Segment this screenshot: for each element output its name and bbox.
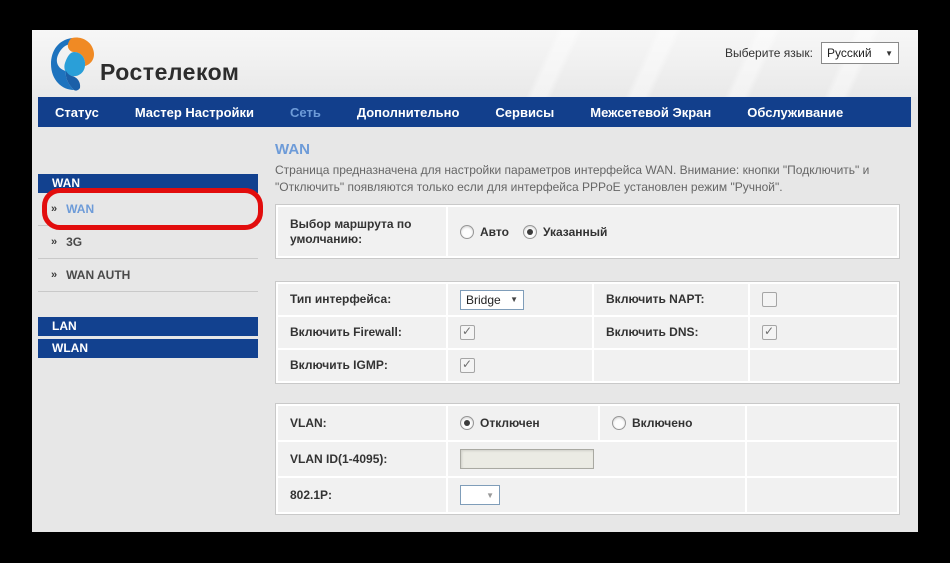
radio-option-specified[interactable]: Указанный bbox=[523, 225, 607, 239]
vlan-enabled-cell: Включено bbox=[600, 406, 745, 440]
radio-vlan-off[interactable] bbox=[460, 416, 474, 430]
sidebar-section-wan[interactable]: WAN bbox=[38, 174, 258, 193]
nav-item-firewall[interactable]: Межсетевой Экран bbox=[590, 105, 711, 120]
8021p-select[interactable]: ▼ bbox=[460, 485, 500, 505]
radio-specified-label: Указанный bbox=[543, 225, 607, 239]
top-header: Ростелеком Выберите язык: Русский ▼ bbox=[32, 30, 918, 97]
radio-auto[interactable] bbox=[460, 225, 474, 239]
chevron-right-icon: » bbox=[51, 236, 57, 248]
sidebar-item-wan[interactable]: » WAN bbox=[38, 193, 258, 226]
page-description: Страница предназначена для настройки пар… bbox=[275, 162, 900, 196]
router-admin-page: Ростелеком Выберите язык: Русский ▼ Стат… bbox=[32, 30, 918, 532]
sidebar-item-label: WAN AUTH bbox=[66, 268, 130, 282]
radio-option-auto[interactable]: Авто bbox=[460, 225, 509, 239]
vlan-label: VLAN: bbox=[278, 406, 446, 440]
language-area: Выберите язык: Русский ▼ bbox=[725, 42, 899, 64]
igmp-checkbox[interactable] bbox=[460, 358, 475, 373]
nav-item-status[interactable]: Статус bbox=[55, 105, 99, 120]
sidebar-section-wlan[interactable]: WLAN bbox=[38, 339, 258, 358]
sidebar-section-lan[interactable]: LAN bbox=[38, 317, 258, 336]
logo-text: Ростелеком bbox=[100, 59, 239, 92]
vlan-id-input[interactable] bbox=[460, 449, 594, 469]
empty-cell bbox=[594, 350, 748, 381]
empty-cell bbox=[750, 350, 897, 381]
napt-cell bbox=[750, 284, 897, 315]
empty-cell bbox=[747, 442, 897, 476]
dns-label: Включить DNS: bbox=[594, 317, 748, 348]
igmp-label: Включить IGMP: bbox=[278, 350, 446, 381]
chevron-down-icon: ▼ bbox=[486, 491, 494, 500]
firewall-label: Включить Firewall: bbox=[278, 317, 446, 348]
main-content: WAN Страница предназначена для настройки… bbox=[275, 141, 900, 515]
language-select[interactable]: Русский ▼ bbox=[821, 42, 899, 64]
rostelecom-logo: Ростелеком bbox=[48, 36, 239, 92]
sidebar-spacer bbox=[38, 127, 258, 174]
nav-item-maintenance[interactable]: Обслуживание bbox=[747, 105, 843, 120]
sidebar-spacer bbox=[38, 292, 258, 317]
main-nav: Статус Мастер Настройки Сеть Дополнитель… bbox=[38, 97, 911, 127]
nav-item-services[interactable]: Сервисы bbox=[495, 105, 554, 120]
page-title: WAN bbox=[275, 141, 900, 158]
sidebar-item-label: 3G bbox=[66, 235, 82, 249]
napt-checkbox[interactable] bbox=[762, 292, 777, 307]
vlan-id-label: VLAN ID(1-4095): bbox=[278, 442, 446, 476]
language-selected-value: Русский bbox=[827, 46, 872, 60]
igmp-cell bbox=[448, 350, 592, 381]
language-label: Выберите язык: bbox=[725, 46, 813, 60]
nav-item-wizard[interactable]: Мастер Настройки bbox=[135, 105, 254, 120]
rostelecom-swirl-icon bbox=[48, 36, 98, 92]
interface-type-value: Bridge bbox=[466, 293, 501, 307]
radio-vlan-on-label: Включено bbox=[632, 416, 692, 430]
sidebar: WAN » WAN » 3G » WAN AUTH LAN WLAN bbox=[38, 127, 258, 358]
empty-cell bbox=[747, 406, 897, 440]
firewall-checkbox[interactable] bbox=[460, 325, 475, 340]
vlan-id-cell bbox=[448, 442, 745, 476]
chevron-right-icon: » bbox=[51, 269, 57, 281]
radio-specified[interactable] bbox=[523, 225, 537, 239]
8021p-cell: ▼ bbox=[448, 478, 745, 512]
radio-option-vlan-off[interactable]: Отключен bbox=[460, 416, 540, 430]
interface-type-label: Тип интерфейса: bbox=[278, 284, 446, 315]
chevron-down-icon: ▼ bbox=[885, 49, 893, 58]
radio-vlan-off-label: Отключен bbox=[480, 416, 540, 430]
chevron-down-icon: ▼ bbox=[510, 295, 518, 304]
radio-vlan-on[interactable] bbox=[612, 416, 626, 430]
interface-type-select[interactable]: Bridge ▼ bbox=[460, 290, 524, 310]
radio-option-vlan-on[interactable]: Включено bbox=[612, 416, 692, 430]
route-options-cell: Авто Указанный bbox=[448, 207, 897, 256]
sidebar-item-3g[interactable]: » 3G bbox=[38, 226, 258, 259]
dns-cell bbox=[750, 317, 897, 348]
chevron-right-icon: » bbox=[51, 203, 57, 215]
route-label: Выбор маршрута по умолчанию: bbox=[278, 207, 446, 256]
sidebar-item-wan-auth[interactable]: » WAN AUTH bbox=[38, 259, 258, 292]
empty-cell bbox=[747, 478, 897, 512]
dns-checkbox[interactable] bbox=[762, 325, 777, 340]
napt-label: Включить NAPT: bbox=[594, 284, 748, 315]
nav-item-network[interactable]: Сеть bbox=[290, 105, 321, 120]
radio-auto-label: Авто bbox=[480, 225, 509, 239]
vlan-disabled-cell: Отключен bbox=[448, 406, 598, 440]
route-selection-box: Выбор маршрута по умолчанию: Авто Указан… bbox=[275, 204, 900, 259]
8021p-label: 802.1P: bbox=[278, 478, 446, 512]
interface-settings-box: Тип интерфейса: Bridge ▼ Включить NAPT: … bbox=[275, 281, 900, 384]
sidebar-item-label: WAN bbox=[66, 202, 94, 216]
nav-item-advanced[interactable]: Дополнительно bbox=[357, 105, 460, 120]
firewall-cell bbox=[448, 317, 592, 348]
vlan-settings-box: VLAN: Отключен Включено VLAN ID(1-4095):… bbox=[275, 403, 900, 515]
interface-type-cell: Bridge ▼ bbox=[448, 284, 592, 315]
